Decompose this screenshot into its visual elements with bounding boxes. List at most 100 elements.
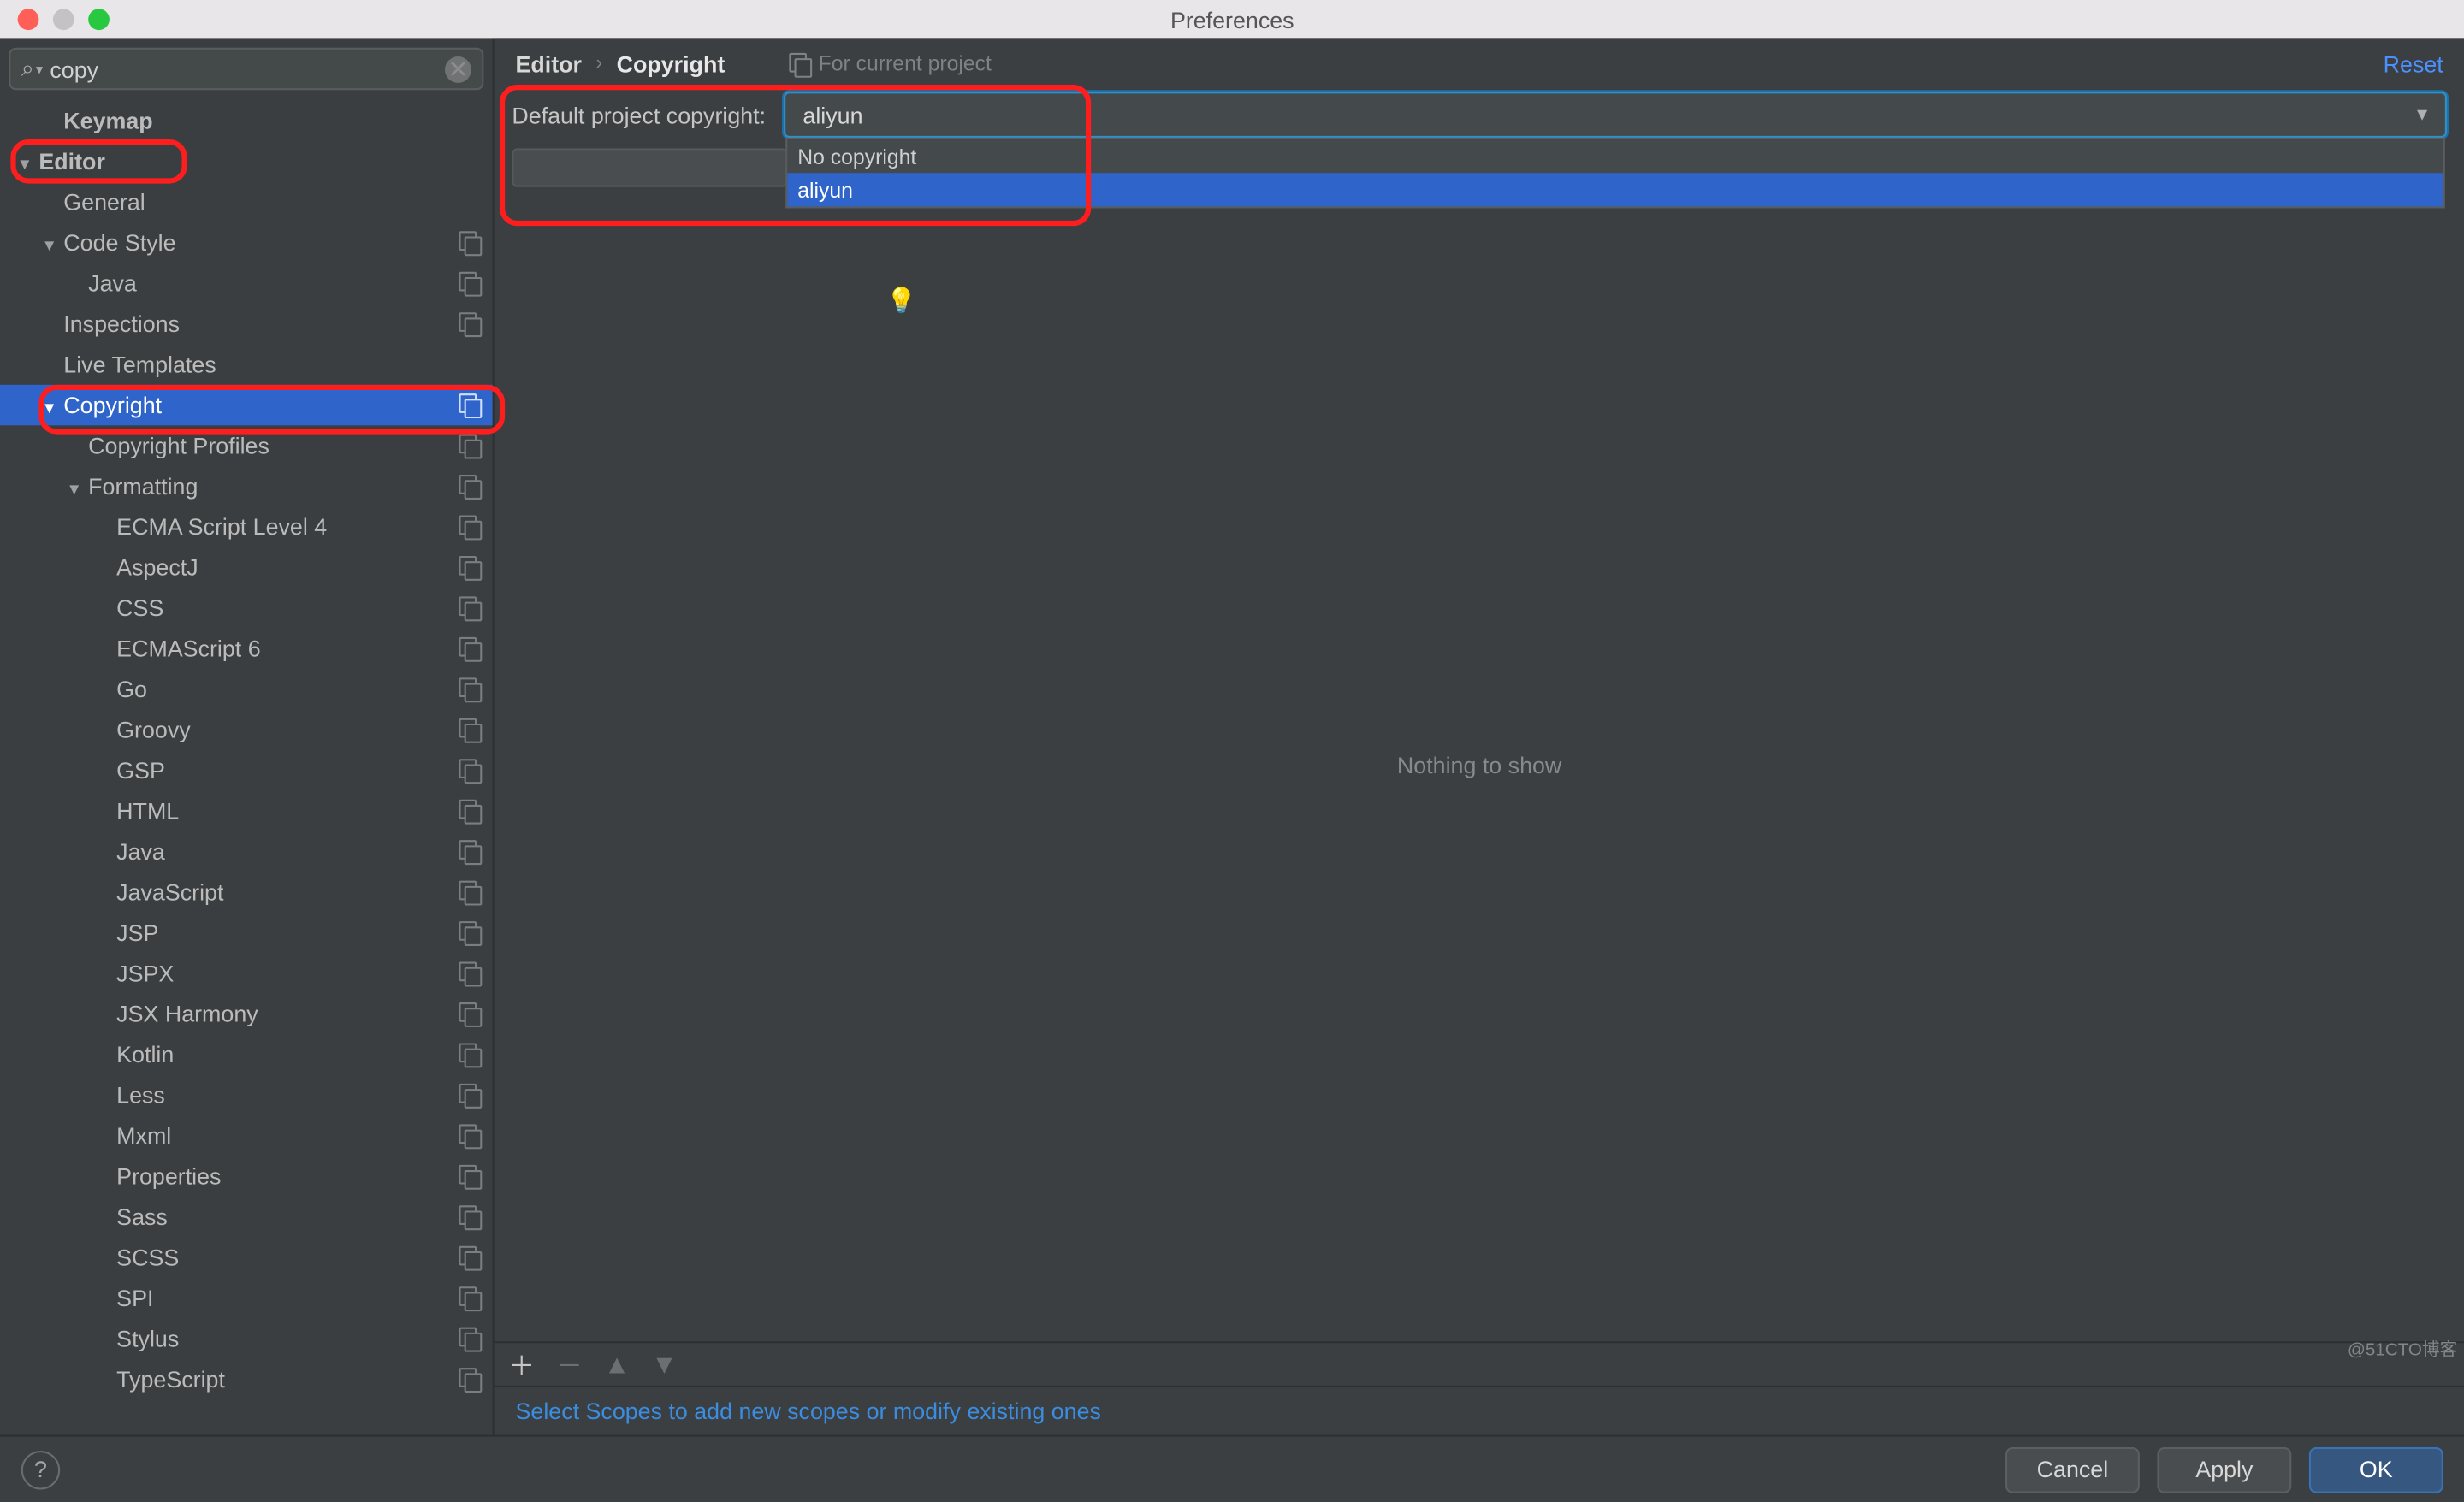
tree-item-label: JSX Harmony [116, 1001, 452, 1027]
tree-item-spi[interactable]: SPI [0, 1278, 493, 1318]
tree-item-label: CSS [116, 594, 452, 621]
tree-item-label: Groovy [116, 717, 452, 743]
tree-item-less[interactable]: Less [0, 1075, 493, 1115]
tree-item-javascript[interactable]: JavaScript [0, 872, 493, 912]
scope-list[interactable] [512, 148, 787, 186]
tree-item-typescript[interactable]: TypeScript [0, 1359, 493, 1399]
tree-item-inspections[interactable]: Inspections [0, 304, 493, 344]
project-icon [459, 881, 482, 904]
chevron-down-icon: ▼ [38, 236, 60, 254]
tree-item-label: AspectJ [116, 554, 452, 581]
dialog-footer: ? Cancel Apply OK [0, 1435, 2464, 1502]
project-icon [459, 677, 482, 701]
chevron-down-icon: ▼ [15, 156, 36, 174]
default-copyright-label: Default project copyright: [512, 102, 766, 128]
default-copyright-dropdown[interactable]: No copyrightaliyun [785, 138, 2445, 209]
breadcrumb-item[interactable]: Editor [516, 50, 583, 77]
tree-item-label: Code Style [63, 229, 452, 256]
tree-item-go[interactable]: Go [0, 669, 493, 709]
option-no-copyright[interactable]: No copyright [787, 139, 2443, 173]
ok-button[interactable]: OK [2309, 1446, 2443, 1493]
tree-item-keymap[interactable]: Keymap [0, 101, 493, 141]
tree-item-general[interactable]: General [0, 182, 493, 222]
watermark: @51CTO博客 [2348, 1334, 2457, 1361]
tree-item-label: SCSS [116, 1245, 452, 1271]
project-icon [459, 272, 482, 295]
move-down-button: ▼ [651, 1349, 678, 1379]
project-icon [459, 1246, 482, 1269]
tree-item-groovy[interactable]: Groovy [0, 709, 493, 749]
option-aliyun[interactable]: aliyun [787, 173, 2443, 206]
close-window-button[interactable] [18, 9, 39, 30]
reset-link[interactable]: Reset [2384, 50, 2443, 77]
project-icon [459, 1205, 482, 1228]
project-icon [459, 475, 482, 498]
tree-item-jspx[interactable]: JSPX [0, 953, 493, 993]
tree-item-label: ECMAScript 6 [116, 636, 452, 662]
tree-item-copyright-profiles[interactable]: Copyright Profiles [0, 425, 493, 465]
default-copyright-combo[interactable]: aliyun ▼ No copyrightaliyun [784, 92, 2447, 138]
project-icon [459, 718, 482, 742]
tree-item-editor[interactable]: ▼Editor [0, 141, 493, 181]
chevron-down-icon: ▼ [2414, 105, 2431, 125]
search-bar[interactable]: ⌕ ▾ ✕ [9, 48, 483, 91]
tree-item-html[interactable]: HTML [0, 790, 493, 831]
tree-item-label: JavaScript [116, 879, 452, 906]
tree-item-stylus[interactable]: Stylus [0, 1318, 493, 1358]
tree-item-jsp[interactable]: JSP [0, 913, 493, 953]
breadcrumb: Editor › Copyright For current project R… [495, 38, 2464, 88]
tree-item-label: General [63, 189, 482, 216]
window-controls [0, 9, 110, 30]
minimize-window-button[interactable] [53, 9, 74, 30]
project-scope-note: For current project [789, 51, 992, 76]
add-scope-button[interactable]: ＋ [508, 1345, 535, 1382]
tree-item-ecma-script-level-4[interactable]: ECMA Script Level 4 [0, 506, 493, 547]
move-up-button: ▲ [604, 1349, 631, 1379]
tree-item-label: HTML [116, 798, 452, 825]
tree-item-scss[interactable]: SCSS [0, 1237, 493, 1277]
maximize-window-button[interactable] [88, 9, 110, 30]
project-icon [459, 840, 482, 863]
search-icon: ⌕ [21, 55, 34, 83]
project-icon [459, 435, 482, 458]
tree-item-label: JSPX [116, 960, 452, 986]
project-icon [459, 962, 482, 985]
tree-item-code-style[interactable]: ▼Code Style [0, 222, 493, 263]
tree-item-properties[interactable]: Properties [0, 1156, 493, 1197]
tree-item-css[interactable]: CSS [0, 588, 493, 628]
project-icon [459, 1368, 482, 1391]
tree-item-sass[interactable]: Sass [0, 1197, 493, 1237]
empty-state: Nothing to show [495, 187, 2464, 1341]
titlebar: Preferences [0, 0, 2464, 38]
tree-item-mxml[interactable]: Mxml [0, 1115, 493, 1156]
tree-item-live-templates[interactable]: Live Templates [0, 344, 493, 384]
settings-tree[interactable]: Keymap▼EditorGeneral▼Code StyleJavaInspe… [0, 97, 493, 1434]
tree-item-label: Go [116, 676, 452, 702]
tree-item-copyright[interactable]: ▼Copyright [0, 385, 493, 425]
tree-item-label: Kotlin [116, 1041, 452, 1067]
project-icon [459, 637, 482, 660]
tree-item-ecmascript-6[interactable]: ECMAScript 6 [0, 629, 493, 669]
search-history-icon[interactable]: ▾ [36, 61, 43, 77]
project-icon [459, 1084, 482, 1107]
tree-item-gsp[interactable]: GSP [0, 750, 493, 790]
tree-item-formatting[interactable]: ▼Formatting [0, 466, 493, 506]
project-icon [459, 516, 482, 539]
tree-item-aspectj[interactable]: AspectJ [0, 547, 493, 588]
tree-item-label: Keymap [63, 108, 482, 134]
cancel-button[interactable]: Cancel [2005, 1446, 2140, 1493]
search-input[interactable] [50, 56, 445, 82]
apply-button[interactable]: Apply [2157, 1446, 2291, 1493]
project-icon [459, 231, 482, 254]
tree-item-java[interactable]: Java [0, 831, 493, 872]
tree-item-label: Less [116, 1082, 452, 1109]
project-icon [459, 1124, 482, 1147]
scope-hint[interactable]: Select Scopes to add new scopes or modif… [495, 1387, 2464, 1435]
tree-item-java[interactable]: Java [0, 263, 493, 303]
help-button[interactable]: ? [21, 1450, 60, 1488]
tree-item-jsx-harmony[interactable]: JSX Harmony [0, 994, 493, 1034]
project-icon [459, 393, 482, 417]
tree-item-kotlin[interactable]: Kotlin [0, 1034, 493, 1074]
intention-bulb-icon[interactable]: 💡 [886, 286, 917, 316]
clear-search-icon[interactable]: ✕ [445, 56, 471, 82]
